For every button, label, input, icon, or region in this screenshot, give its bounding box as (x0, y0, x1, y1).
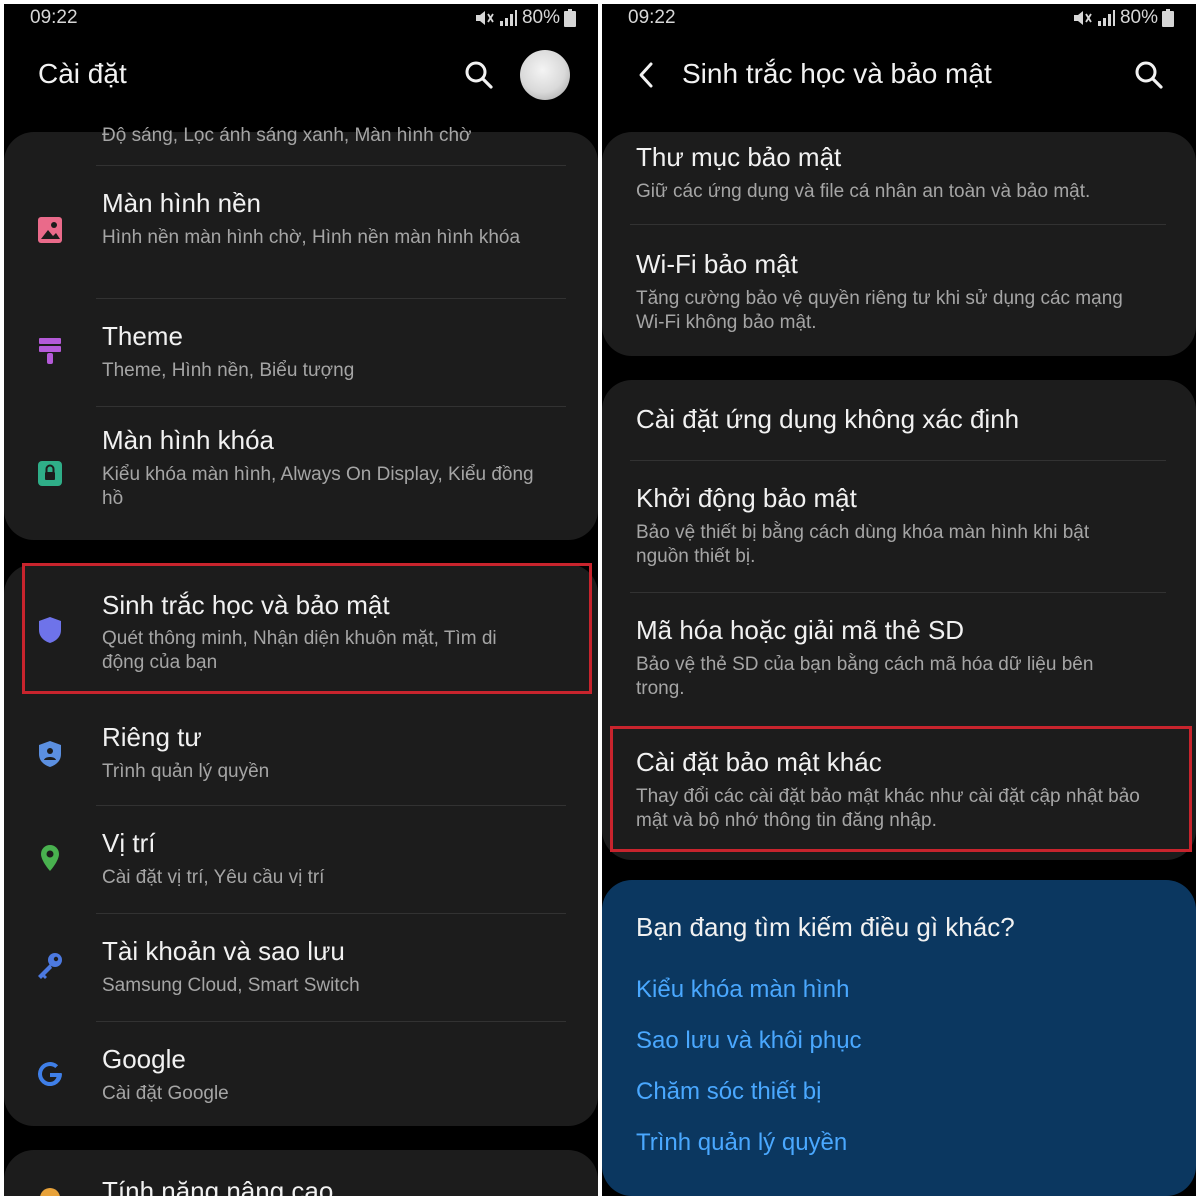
item-subtitle: Cài đặt Google (102, 1083, 229, 1104)
item-title: Màn hình khóa (102, 425, 275, 455)
battery-icon (1162, 9, 1174, 27)
signal-icon (499, 10, 517, 26)
search-icon[interactable] (1134, 60, 1164, 90)
status-time: 09:22 (30, 7, 78, 28)
settings-item-encrypt-sd[interactable]: Mã hóa hoặc giải mã thẻ SD Bảo vệ thẻ SD… (602, 593, 1196, 724)
item-subtitle: Hình nền màn hình chờ, Hình nền màn hình… (102, 227, 521, 248)
battery-icon (564, 9, 576, 27)
item-title: Theme (102, 321, 183, 351)
wallpaper-icon (38, 217, 62, 243)
lock-icon (38, 461, 62, 486)
settings-item-install-unknown-apps[interactable]: Cài đặt ứng dụng không xác định (602, 380, 1196, 460)
settings-card-advanced: Tính năng nâng cao (4, 1150, 598, 1196)
google-icon (38, 1062, 63, 1087)
item-subtitle: Kiểu khóa màn hình, Always On Display, K… (102, 464, 534, 509)
suggestion-link-lock-type[interactable]: Kiểu khóa màn hình (636, 976, 849, 1004)
mute-icon (1073, 11, 1092, 25)
battery-percent: 80% (1119, 7, 1158, 28)
settings-item-secure-wifi[interactable]: Wi-Fi bảo mật Tăng cường bảo vệ quyền ri… (602, 225, 1196, 356)
security-card-folder-wifi: Thư mục bảo mật Giữ các ứng dụng và file… (602, 132, 1196, 356)
page-title: Cài đặt (38, 58, 127, 89)
item-subtitle: Bảo vệ thẻ SD của bạn bằng cách mã hóa d… (636, 654, 1094, 699)
item-title: Tài khoản và sao lưu (102, 936, 345, 966)
status-bar: 09:22 80% (602, 4, 1196, 34)
settings-item-secure-startup[interactable]: Khởi động bảo mật Bảo vệ thiết bị bằng c… (602, 461, 1196, 592)
item-subtitle: Bảo vệ thiết bị bằng cách dùng khóa màn … (636, 522, 1090, 567)
item-title: Google (102, 1044, 186, 1074)
privacy-shield-icon (39, 741, 61, 767)
theme-brush-icon (39, 338, 61, 364)
item-subtitle: Tăng cường bảo vệ quyền riêng tư khi sử … (636, 288, 1123, 333)
item-title: Mã hóa hoặc giải mã thẻ SD (636, 615, 965, 645)
settings-item-wallpaper[interactable]: Màn hình nền Hình nền màn hình chờ, Hình… (4, 166, 598, 298)
settings-item-google[interactable]: Google Cài đặt Google (4, 1022, 598, 1126)
item-title: Khởi động bảo mật (636, 483, 857, 513)
suggestion-link-device-care[interactable]: Chăm sóc thiết bị (636, 1078, 821, 1106)
search-icon[interactable] (464, 60, 494, 90)
location-pin-icon (41, 845, 59, 871)
settings-item-advanced-features[interactable]: Tính năng nâng cao (4, 1150, 598, 1196)
status-bar: 09:22 80% (4, 4, 598, 34)
suggestions-title: Bạn đang tìm kiếm điều gì khác? (636, 912, 1015, 942)
settings-item-privacy[interactable]: Riêng tư Trình quản lý quyền (4, 698, 598, 806)
settings-item-theme[interactable]: Theme Theme, Hình nền, Biểu tượng (4, 299, 598, 407)
item-title: Vị trí (102, 828, 156, 858)
settings-item-secure-folder[interactable]: Thư mục bảo mật Giữ các ứng dụng và file… (602, 132, 1196, 224)
signal-icon (1097, 10, 1115, 26)
item-title: Màn hình nền (102, 188, 262, 218)
battery-percent: 80% (521, 7, 560, 28)
profile-avatar[interactable] (520, 50, 570, 100)
suggestions-card: Bạn đang tìm kiếm điều gì khác? Kiểu khó… (602, 880, 1196, 1196)
item-subtitle: Theme, Hình nền, Biểu tượng (102, 360, 355, 381)
item-subtitle: Giữ các ứng dụng và file cá nhân an toàn… (636, 181, 1091, 202)
app-bar: Sinh trắc học và bảo mật (602, 44, 1196, 114)
settings-item-accounts-backup[interactable]: Tài khoản và sao lưu Samsung Cloud, Smar… (4, 914, 598, 1022)
item-title: Riêng tư (102, 722, 202, 752)
gear-plus-icon (40, 1188, 60, 1196)
item-subtitle: Samsung Cloud, Smart Switch (102, 975, 360, 996)
item-title: Wi-Fi bảo mật (636, 249, 798, 279)
highlight-box (610, 726, 1192, 852)
settings-item-lockscreen[interactable]: Màn hình khóa Kiểu khóa màn hình, Always… (4, 407, 598, 539)
item-title: Thư mục bảo mật (636, 142, 842, 172)
settings-item-location[interactable]: Vị trí Cài đặt vị trí, Yêu cầu vị trí (4, 806, 598, 914)
mute-icon (475, 11, 494, 25)
biometrics-security-screen: 09:22 80% Sinh trắc học và bảo mật Thư m… (602, 4, 1196, 1196)
key-icon (38, 953, 62, 979)
item-title: Cài đặt ứng dụng không xác định (636, 404, 1020, 434)
status-time: 09:22 (628, 7, 676, 28)
settings-card-display: Độ sáng, Lọc ánh sáng xanh, Màn hình chờ… (4, 125, 598, 540)
highlight-box (22, 563, 592, 694)
item-title: Tính năng nâng cao (102, 1176, 334, 1196)
item-subtitle: Cài đặt vị trí, Yêu cầu vị trí (102, 867, 325, 888)
page-title: Sinh trắc học và bảo mật (682, 58, 992, 89)
back-arrow-icon[interactable] (632, 60, 662, 90)
partial-item-subtitle: Độ sáng, Lọc ánh sáng xanh, Màn hình chờ (102, 125, 472, 146)
suggestion-link-permission-manager[interactable]: Trình quản lý quyền (636, 1129, 847, 1157)
item-subtitle: Trình quản lý quyền (102, 761, 270, 782)
app-bar: Cài đặt (4, 44, 598, 114)
settings-screen: 09:22 80% Cài đặt Độ sáng, Lọc ánh sáng … (4, 4, 598, 1196)
suggestion-link-backup-restore[interactable]: Sao lưu và khôi phục (636, 1027, 862, 1055)
